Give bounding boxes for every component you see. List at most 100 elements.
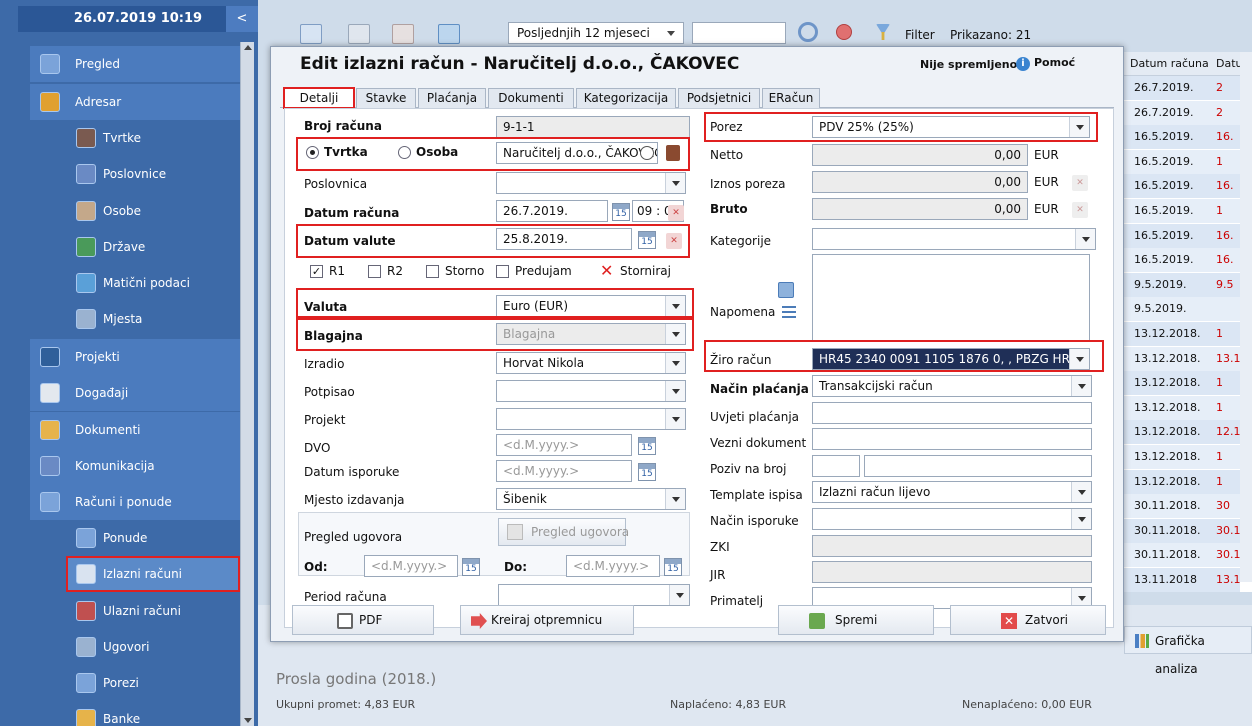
new-document-icon[interactable] xyxy=(300,24,322,44)
sidebar-scrollbar[interactable] xyxy=(240,42,254,726)
datum-racuna-field[interactable]: 26.7.2019. xyxy=(496,200,608,222)
calendar-icon[interactable]: 15 xyxy=(612,203,630,221)
pdf-button[interactable]: PDF xyxy=(292,605,434,635)
calendar-icon[interactable]: 15 xyxy=(664,558,682,576)
list-scrollbar[interactable] xyxy=(1240,52,1252,582)
table-row[interactable]: 30.11.2018. 30 xyxy=(1124,494,1240,519)
sidebar-item-ugovori[interactable]: Ugovori xyxy=(66,629,240,665)
period-racuna-select[interactable] xyxy=(498,584,690,606)
clear-icon[interactable]: ✕ xyxy=(1072,175,1088,191)
address-book-icon[interactable] xyxy=(666,145,680,161)
nacin-placanja-select[interactable]: Transakcijski račun xyxy=(812,375,1092,397)
sidebar-item-dokumenti[interactable]: Dokumenti xyxy=(30,411,240,448)
zatvori-button[interactable]: ✕ Zatvori xyxy=(950,605,1106,635)
table-row[interactable]: 16.5.2019. 16. xyxy=(1124,125,1240,150)
mjesto-select[interactable]: Šibenik xyxy=(496,488,686,510)
sidebar-item-tvrtke[interactable]: Tvrtke xyxy=(66,120,240,156)
calendar-icon[interactable]: 15 xyxy=(638,437,656,455)
potpisao-select[interactable] xyxy=(496,380,686,402)
table-row[interactable]: 13.11.2018 13.1 xyxy=(1124,568,1240,592)
sidebar-collapse-button[interactable]: < xyxy=(226,6,258,32)
vezni-dokument-field[interactable] xyxy=(812,428,1092,450)
tab-kategorizacija[interactable]: Kategorizacija xyxy=(576,88,676,108)
poslovnica-select[interactable] xyxy=(496,172,686,194)
storniraj-button[interactable]: ✕ Storniraj xyxy=(596,260,680,284)
calendar-icon[interactable]: 15 xyxy=(638,463,656,481)
checkbox-r2[interactable] xyxy=(368,265,381,278)
filter-label[interactable]: Filter xyxy=(905,28,935,42)
clear-icon[interactable]: ✕ xyxy=(1072,202,1088,218)
valuta-select[interactable]: Euro (EUR) xyxy=(496,295,686,317)
porez-select[interactable]: PDV 25% (25%) xyxy=(812,116,1090,138)
tab-podsjetnici[interactable]: Podsjetnici xyxy=(678,88,760,108)
customer-lookup-icon[interactable] xyxy=(640,146,654,160)
sidebar-item-ulazni-računi[interactable]: Ulazni računi xyxy=(66,593,240,629)
sidebar-item-adresar[interactable]: Adresar xyxy=(30,84,240,120)
column-header-datum[interactable]: Datu xyxy=(1216,52,1240,76)
scroll-down-icon[interactable] xyxy=(244,718,252,723)
checkbox-r1[interactable]: ✓ xyxy=(310,265,323,278)
table-row[interactable]: 13.12.2018. 1 xyxy=(1124,371,1240,396)
table-row[interactable]: 16.5.2019. 16. xyxy=(1124,223,1240,248)
blagajna-select[interactable]: Blagajna xyxy=(496,323,686,345)
tab-detalji[interactable]: Detalji xyxy=(283,87,355,109)
nacin-isporuke-select[interactable] xyxy=(812,508,1092,530)
sidebar-item-poslovnice[interactable]: Poslovnice xyxy=(66,156,240,192)
spremi-button[interactable]: Spremi xyxy=(778,605,934,635)
table-row[interactable]: 13.12.2018. 1 xyxy=(1124,469,1240,494)
sidebar-item-pregled[interactable]: Pregled xyxy=(30,46,240,82)
sidebar-item-države[interactable]: Države xyxy=(66,229,240,265)
sidebar-item-matični-podaci[interactable]: Matični podaci xyxy=(66,265,240,301)
template-ispisa-select[interactable]: Izlazni račun lijevo xyxy=(812,481,1092,503)
table-row[interactable]: 9.5.2019. xyxy=(1124,297,1240,322)
tab-dokumenti[interactable]: Dokumenti xyxy=(488,88,574,108)
delete-document-icon[interactable] xyxy=(392,24,414,44)
checkbox-predujam[interactable] xyxy=(496,265,509,278)
help-link[interactable]: i Pomoć xyxy=(1016,56,1075,71)
ziro-racun-select[interactable]: HR45 2340 0091 1105 1876 0, , PBZG HR 2X xyxy=(812,348,1090,370)
kategorije-select[interactable] xyxy=(812,228,1096,250)
tab-eracun[interactable]: ERačun xyxy=(762,88,820,108)
sidebar-item-računi-i-ponude[interactable]: Računi i ponude xyxy=(30,484,240,520)
od-field[interactable]: <d.M.yyyy.> xyxy=(364,555,458,577)
sidebar-item-projekti[interactable]: Projekti xyxy=(30,339,240,376)
tab-stavke[interactable]: Stavke xyxy=(356,88,416,108)
table-row[interactable]: 13.12.2018. 1 xyxy=(1124,445,1240,469)
table-row[interactable]: 30.11.2018. 30.1 xyxy=(1124,543,1240,568)
poziv-broj-field[interactable] xyxy=(864,455,1092,477)
table-row[interactable]: 13.12.2018. 1 xyxy=(1124,395,1240,420)
uvjeti-placanja-field[interactable] xyxy=(812,402,1092,424)
chart-icon[interactable] xyxy=(438,24,460,44)
tab-placanja[interactable]: Plaćanja xyxy=(418,88,486,108)
sidebar-item-porezi[interactable]: Porezi xyxy=(66,665,240,701)
table-row[interactable]: 26.7.2019. 2 xyxy=(1124,76,1240,100)
calendar-icon[interactable]: 15 xyxy=(462,558,480,576)
search-icon[interactable] xyxy=(798,22,818,42)
search-input[interactable] xyxy=(692,22,786,44)
table-row[interactable]: 13.12.2018. 1 xyxy=(1124,322,1240,346)
kreiraj-otpremnicu-button[interactable]: Kreiraj otpremnicu xyxy=(460,605,634,635)
do-field[interactable]: <d.M.yyyy.> xyxy=(566,555,660,577)
table-row[interactable]: 30.11.2018. 30.1 xyxy=(1124,518,1240,543)
datum-valute-field[interactable]: 25.8.2019. xyxy=(496,228,632,250)
sidebar-item-mjesta[interactable]: Mjesta xyxy=(66,301,240,337)
table-row[interactable]: 26.7.2019. 2 xyxy=(1124,100,1240,125)
radio-osoba[interactable] xyxy=(398,146,411,159)
table-row[interactable]: 16.5.2019. 16. xyxy=(1124,174,1240,199)
sidebar-item-banke[interactable]: Banke xyxy=(66,701,240,726)
graph-analysis-button[interactable]: Grafička analiza xyxy=(1124,626,1252,676)
table-row[interactable]: 13.12.2018. 12.1 xyxy=(1124,420,1240,445)
checkbox-storno[interactable] xyxy=(426,265,439,278)
napomena-textarea[interactable] xyxy=(812,254,1090,342)
filter-icon[interactable] xyxy=(876,24,890,40)
poziv-model-field[interactable] xyxy=(812,455,860,477)
clear-date-icon[interactable]: ✕ xyxy=(666,233,682,249)
table-row[interactable]: 13.12.2018. 13.1 xyxy=(1124,346,1240,371)
sidebar-item-ponude[interactable]: Ponude xyxy=(66,520,240,556)
dvo-field[interactable]: <d.M.yyyy.> xyxy=(496,434,632,456)
table-row[interactable]: 9.5.2019. 9.5 xyxy=(1124,272,1240,297)
calendar-icon[interactable]: 15 xyxy=(638,231,656,249)
radio-tvrtka[interactable] xyxy=(306,146,319,159)
scroll-up-icon[interactable] xyxy=(244,45,252,50)
clear-date-icon[interactable]: ✕ xyxy=(668,205,684,221)
